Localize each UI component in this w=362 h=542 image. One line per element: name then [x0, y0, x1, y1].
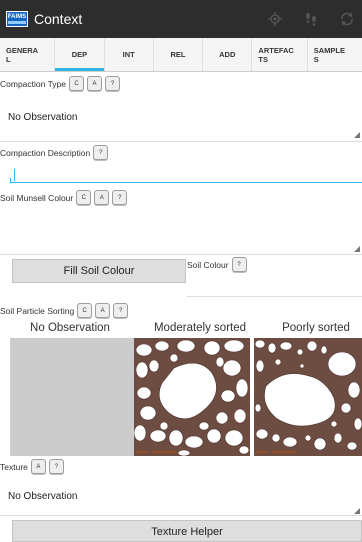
footsteps-icon[interactable]	[302, 10, 320, 28]
sorting-annotation-button[interactable]: A	[95, 303, 111, 318]
dropdown-arrow-icon	[354, 508, 360, 514]
divider	[0, 141, 362, 142]
soil-colour-field: Soil Colour ?	[187, 257, 247, 272]
soil-particle-sorting-label: Soil Particle Sorting	[0, 305, 75, 316]
soil-munsell-annotation-button[interactable]: A	[94, 190, 110, 205]
sorting-option-no-observation[interactable]: No Observation	[0, 322, 140, 334]
texture-help-button[interactable]: ?	[48, 459, 64, 474]
text-cursor	[14, 169, 15, 181]
soil-colour-label: Soil Colour	[187, 259, 229, 270]
texture-label: Texture	[0, 461, 28, 472]
texture-annotation-button[interactable]: A	[30, 459, 46, 474]
tab-rel[interactable]: REL	[154, 38, 204, 71]
tab-general[interactable]: GENERA L	[0, 38, 56, 71]
compaction-type-certainty-button[interactable]: C	[69, 76, 84, 91]
tab-dep[interactable]: DEP	[55, 38, 105, 71]
sorting-option-poorly-sorted[interactable]: Poorly sorted	[260, 322, 362, 334]
soil-munsell-colour-label: Soil Munsell Colour	[0, 192, 74, 203]
soil-munsell-colour-field: Soil Munsell Colour C A ?	[0, 190, 128, 205]
soil-colour-help-button[interactable]: ?	[231, 257, 247, 272]
tab-artefacts[interactable]: ARTEFAC TS	[252, 38, 308, 71]
no-observation-image[interactable]	[10, 338, 134, 456]
texture-field: Texture A ?	[0, 459, 64, 474]
compaction-description-field: Compaction Description ?	[0, 145, 109, 160]
compaction-description-label: Compaction Description	[0, 147, 91, 158]
dropdown-arrow-icon	[354, 246, 360, 252]
texture-helper-button[interactable]: Texture Helper	[12, 520, 362, 542]
sync-icon[interactable]	[338, 10, 356, 28]
dropdown-arrow-icon	[354, 132, 360, 138]
fill-soil-colour-button[interactable]: Fill Soil Colour	[12, 259, 186, 283]
sorting-image-caption: Source: ...geomorphology...	[136, 450, 179, 454]
compaction-type-annotation-button[interactable]: A	[87, 76, 102, 91]
compaction-type-field: Compaction Type C A ?	[0, 76, 120, 91]
compaction-type-label: Compaction Type	[0, 78, 66, 89]
compaction-description-input[interactable]	[10, 169, 362, 183]
tab-int[interactable]: INT	[105, 38, 154, 71]
compaction-type-dropdown[interactable]: No Observation	[8, 112, 77, 123]
soil-munsell-certainty-button[interactable]: C	[76, 190, 92, 205]
sorting-help-button[interactable]: ?	[113, 303, 129, 318]
page-title: Context	[34, 11, 83, 27]
gps-target-icon[interactable]	[266, 10, 284, 28]
moderately-sorted-image[interactable]: Source: ...geomorphology...	[134, 338, 250, 456]
compaction-description-help-button[interactable]: ?	[93, 145, 109, 160]
action-icons	[266, 10, 356, 28]
tab-samples[interactable]: SAMPLE S	[308, 38, 362, 71]
tab-add[interactable]: ADD	[203, 38, 253, 71]
divider	[0, 254, 362, 255]
divider	[0, 515, 362, 516]
sorting-option-moderately-sorted[interactable]: Moderately sorted	[130, 322, 270, 334]
sorting-certainty-button[interactable]: C	[77, 303, 93, 318]
action-bar: FAIMS Context	[0, 0, 362, 38]
poorly-sorted-image[interactable]: Source: ...geomorphology...	[254, 338, 362, 456]
sorting-image-caption: Source: ...geomorphology...	[256, 450, 299, 454]
tab-bar: GENERA L DEP INT REL ADD ARTEFAC TS SAMP…	[0, 38, 362, 72]
divider	[187, 296, 362, 297]
soil-munsell-help-button[interactable]: ?	[112, 190, 128, 205]
faims-logo: FAIMS	[6, 11, 28, 27]
texture-dropdown[interactable]: No Observation	[8, 491, 77, 502]
compaction-type-help-button[interactable]: ?	[105, 76, 120, 91]
soil-particle-sorting-field: Soil Particle Sorting C A ?	[0, 303, 129, 318]
